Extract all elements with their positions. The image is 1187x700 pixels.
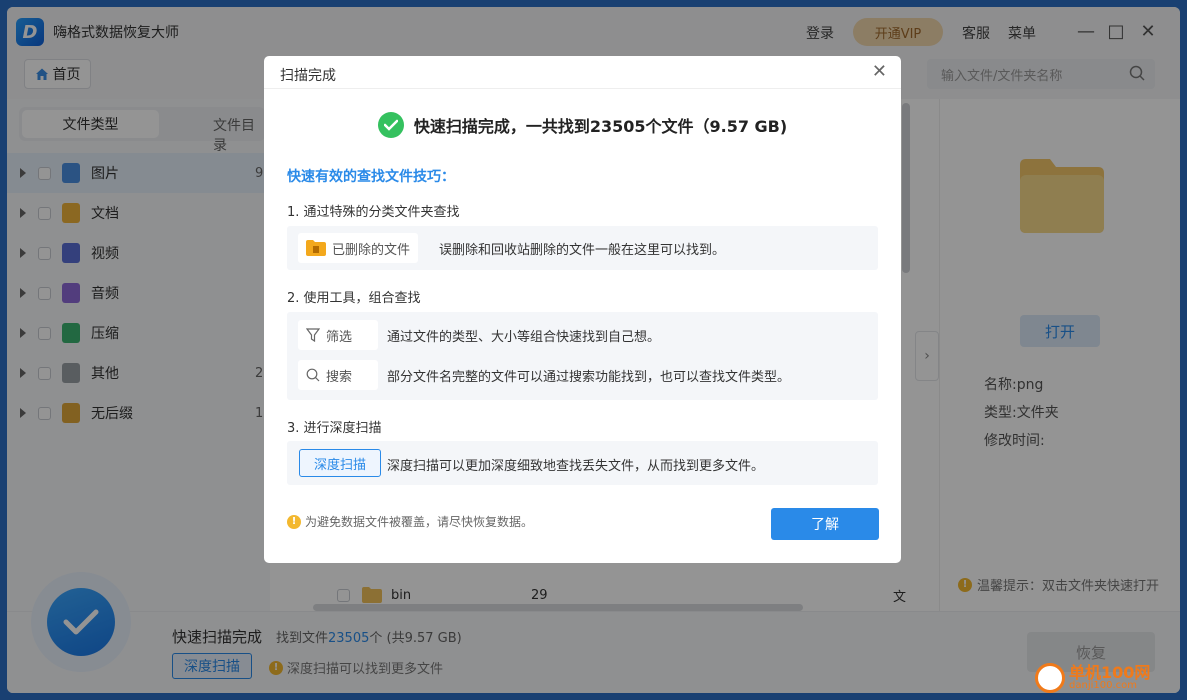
dialog-headline: 快速扫描完成，一共找到23505个文件（9.57 GB) [264,112,901,138]
close-icon[interactable]: ✕ [872,61,887,82]
warning-icon: ! [287,514,301,529]
dialog-title: 扫描完成 [280,68,336,84]
step-2-label: 2. 使用工具，组合查找 [287,291,421,306]
scan-complete-dialog: 扫描完成 ✕ 快速扫描完成，一共找到23505个文件（9.57 GB) 快速有效… [264,56,901,563]
understand-button[interactable]: 了解 [771,508,879,540]
watermark-logo: 单机100网 danji100.com [1035,660,1185,696]
deleted-files-chip[interactable]: 已删除的文件 [298,233,419,263]
dialog-footer-tip: ! 为避免数据文件被覆盖，请尽快恢复数据。 [287,513,533,530]
footer-tip-text: 为避免数据文件被覆盖，请尽快恢复数据。 [305,515,534,529]
step-3-box: 深度扫描 深度扫描可以更加深度细致地查找丢失文件，从而找到更多文件。 [287,441,878,485]
watermark-text: 单机100网 danji100.com [1069,665,1150,691]
trash-folder-icon [306,240,326,256]
search-label: 搜索 [326,369,353,385]
step-2-box: 筛选 通过文件的类型、大小等组合快速找到自己想。 搜索 部分文件名完整的文件可以… [287,312,878,400]
watermark-url: danji100.com [1069,680,1137,691]
filter-label: 筛选 [326,329,353,345]
search-chip[interactable]: 搜索 [298,360,378,390]
step-1-desc: 误删除和回收站删除的文件一般在这里可以找到。 [439,243,726,258]
filter-chip[interactable]: 筛选 [298,320,378,350]
watermark-title: 单机100网 [1069,663,1151,682]
success-check-icon [377,112,404,138]
deleted-files-label: 已删除的文件 [332,242,411,258]
search-icon [306,368,320,382]
tips-heading: 快速有效的查找文件技巧： [287,169,455,185]
headline-text: 快速扫描完成，一共找到23505个文件（9.57 GB) [413,117,788,136]
step-2-filter-desc: 通过文件的类型、大小等组合快速找到自己想。 [387,330,661,345]
deep-scan-chip[interactable]: 深度扫描 [299,449,381,477]
watermark-icon [1035,663,1065,693]
step-1-label: 1. 通过特殊的分类文件夹查找 [287,205,460,220]
step-1-box: 已删除的文件 误删除和回收站删除的文件一般在这里可以找到。 [287,226,878,270]
step-2-search-desc: 部分文件名完整的文件可以通过搜索功能找到，也可以查找文件类型。 [387,370,791,385]
step-3-desc: 深度扫描可以更加深度细致地查找丢失文件，从而找到更多文件。 [387,459,765,474]
filter-icon [306,328,320,342]
divider [264,88,901,89]
step-3-label: 3. 进行深度扫描 [287,421,382,436]
